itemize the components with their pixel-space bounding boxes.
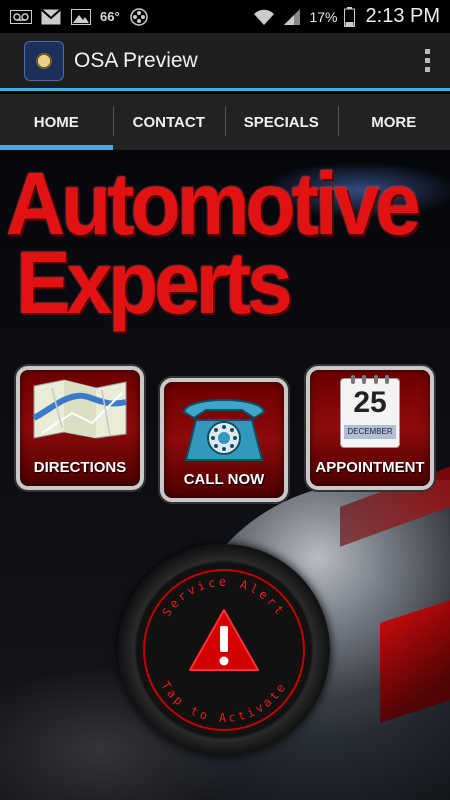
tab-contact[interactable]: CONTACT <box>112 94 226 150</box>
app-title: OSA Preview <box>74 48 198 72</box>
directions-label: DIRECTIONS <box>33 459 127 476</box>
directions-button[interactable]: DIRECTIONS <box>16 366 144 490</box>
overflow-dot-icon <box>424 58 430 63</box>
svg-text:Tap to Activate: Tap to Activate <box>158 679 290 725</box>
map-icon <box>32 379 127 439</box>
headline-line-2: Experts <box>16 234 293 333</box>
call-now-label: CALL NOW <box>183 471 265 488</box>
app-icon[interactable] <box>24 40 64 81</box>
film-reel-icon <box>128 7 150 26</box>
call-now-button[interactable]: CALL NOW <box>160 378 288 502</box>
battery-icon <box>344 6 356 27</box>
signal-icon <box>281 8 303 25</box>
gmail-icon <box>40 8 62 25</box>
overflow-menu-button[interactable] <box>412 41 442 81</box>
calendar-icon: 25 DECEMBER <box>340 375 400 448</box>
voicemail-icon <box>10 9 32 25</box>
phone-icon <box>182 399 266 461</box>
clock: 2:13 PM <box>365 5 440 27</box>
overflow-dot-icon <box>424 49 430 54</box>
status-bar: 66° 17% 2:13 PM <box>0 0 450 33</box>
warning-icon <box>189 609 259 671</box>
appointment-button[interactable]: 25 DECEMBER APPOINTMENT <box>306 366 434 490</box>
tab-bar: HOME CONTACT SPECIALS MORE <box>0 94 450 150</box>
temperature-readout: 66° <box>100 9 120 24</box>
service-alert-graphic: Service Alert Tap to Activate <box>143 569 305 731</box>
calendar-month: DECEMBER <box>344 425 396 439</box>
tab-more[interactable]: MORE <box>337 94 450 150</box>
hero-headline: Automotive Experts <box>6 155 446 333</box>
service-alert-button[interactable]: Service Alert Tap to Activate <box>118 544 330 756</box>
overflow-dot-icon <box>424 67 430 72</box>
appointment-label: APPOINTMENT <box>315 459 425 476</box>
service-alert-bottom-text: Tap to Activate <box>158 679 287 725</box>
tab-home[interactable]: HOME <box>0 94 113 150</box>
headline-line-1: Automotive <box>6 155 421 254</box>
wifi-icon <box>253 9 275 25</box>
gallery-icon <box>70 8 92 25</box>
battery-percent: 17% <box>309 8 338 25</box>
home-screen: Automotive Experts DIRECTIONS CALL NOW 2… <box>0 150 450 800</box>
action-bar: OSA Preview <box>0 33 450 91</box>
calendar-day: 25 <box>353 386 387 419</box>
tab-specials[interactable]: SPECIALS <box>225 94 338 150</box>
